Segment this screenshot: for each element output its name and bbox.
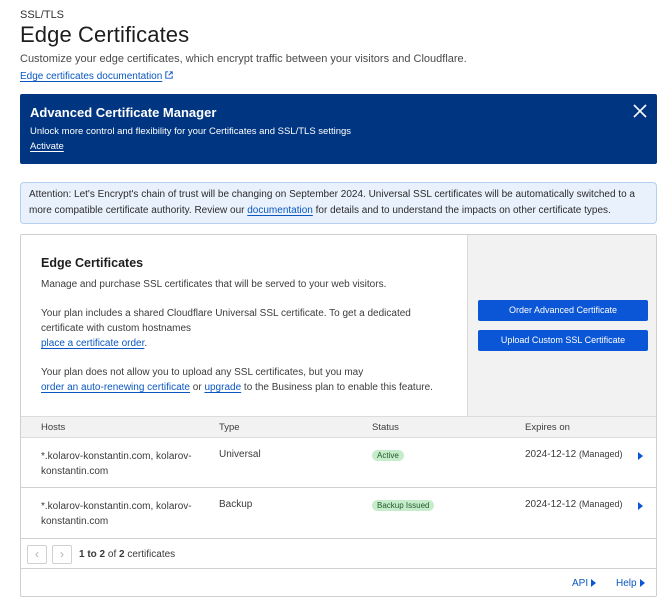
- previous-page-button[interactable]: ‹: [27, 545, 47, 564]
- upload-text: Your plan does not allow you to upload a…: [41, 367, 364, 378]
- caret-right-icon: [591, 579, 597, 587]
- upload-text-end: to the Business plan to enable this feat…: [241, 382, 433, 393]
- pagination-suffix: certificates: [124, 549, 176, 560]
- column-header-expires: Expires on: [525, 422, 570, 433]
- expand-row-icon[interactable]: [638, 452, 643, 460]
- notice-documentation-link[interactable]: documentation: [247, 205, 313, 216]
- lets-encrypt-notice: Attention: Let's Encrypt's chain of trus…: [20, 182, 657, 224]
- page-title: Edge Certificates: [20, 22, 190, 47]
- column-header-hosts: Hosts: [41, 422, 66, 433]
- managed-label: (Managed): [578, 449, 623, 459]
- pagination-range: 1 to 2: [79, 549, 106, 560]
- row-hosts: *.kolarov-konstantin.com, kolarov-konsta…: [41, 451, 192, 477]
- managed-label: (Managed): [578, 499, 623, 509]
- help-link[interactable]: Help: [616, 578, 645, 589]
- section-label: SSL/TLS: [20, 9, 65, 21]
- column-header-type: Type: [219, 422, 240, 433]
- column-header-status: Status: [372, 422, 399, 433]
- card-title: Edge Certificates: [41, 256, 144, 270]
- next-page-button[interactable]: ›: [52, 545, 72, 564]
- expand-row-icon[interactable]: [638, 502, 643, 510]
- caret-right-icon: [639, 579, 645, 587]
- banner-title: Advanced Certificate Manager: [30, 105, 217, 120]
- edge-certificates-card: Edge Certificates Manage and purchase SS…: [20, 234, 657, 597]
- pagination: ‹ › 1 to 2 of 2 certificates: [21, 539, 656, 569]
- expires-date: 2024-12-12: [525, 499, 577, 510]
- close-icon[interactable]: [631, 102, 649, 120]
- pagination-of: of: [105, 549, 120, 560]
- documentation-link[interactable]: Edge certificates documentation: [20, 71, 173, 82]
- place-order-link[interactable]: place a certificate order: [41, 338, 144, 349]
- table-row[interactable]: *.kolarov-konstantin.com, kolarov-konsta…: [21, 438, 656, 488]
- order-advanced-certificate-button[interactable]: Order Advanced Certificate: [478, 300, 648, 321]
- upload-text-mid: or: [189, 382, 205, 393]
- status-badge: Active: [372, 450, 404, 461]
- table-row[interactable]: *.kolarov-konstantin.com, kolarov-konsta…: [21, 488, 656, 539]
- upload-custom-ssl-button[interactable]: Upload Custom SSL Certificate: [478, 330, 648, 351]
- pagination-summary: 1 to 2 of 2 certificates: [79, 549, 175, 560]
- external-link-icon: [165, 71, 173, 79]
- upgrade-link[interactable]: upgrade: [204, 382, 241, 393]
- card-actions: Order Advanced Certificate Upload Custom…: [467, 235, 656, 416]
- banner-description: Unlock more control and flexibility for …: [30, 126, 352, 137]
- card-plan-text: Your plan includes a shared Cloudflare U…: [41, 306, 421, 351]
- status-badge: Backup Issued: [372, 500, 435, 511]
- activate-link[interactable]: Activate: [30, 141, 64, 152]
- row-type: Universal: [219, 449, 261, 460]
- row-expires: 2024-12-12 (Managed): [525, 499, 622, 510]
- plan-text-end: .: [144, 338, 148, 349]
- row-expires: 2024-12-12 (Managed): [525, 449, 622, 460]
- api-link-label[interactable]: API: [572, 578, 588, 589]
- row-type: Backup: [219, 499, 253, 510]
- card-upload-text: Your plan does not allow you to upload a…: [41, 365, 451, 395]
- advanced-certificate-manager-banner: Advanced Certificate Manager Unlock more…: [20, 94, 657, 164]
- card-info: Edge Certificates Manage and purchase SS…: [21, 235, 467, 416]
- notice-text-end: for details and to understand the impact…: [312, 205, 611, 216]
- page-description: Customize your edge certificates, which …: [20, 53, 467, 65]
- table-header: Hosts Type Status Expires on: [21, 416, 656, 438]
- expires-date: 2024-12-12: [525, 449, 577, 460]
- plan-text: Your plan includes a shared Cloudflare U…: [41, 308, 411, 334]
- help-link-label[interactable]: Help: [616, 578, 637, 589]
- auto-renew-link[interactable]: order an auto-renewing certificate: [41, 382, 190, 393]
- api-link[interactable]: API: [572, 578, 597, 589]
- card-intro: Manage and purchase SSL certificates tha…: [41, 279, 387, 290]
- row-hosts: *.kolarov-konstantin.com, kolarov-konsta…: [41, 501, 192, 527]
- documentation-link-text[interactable]: Edge certificates documentation: [20, 71, 162, 82]
